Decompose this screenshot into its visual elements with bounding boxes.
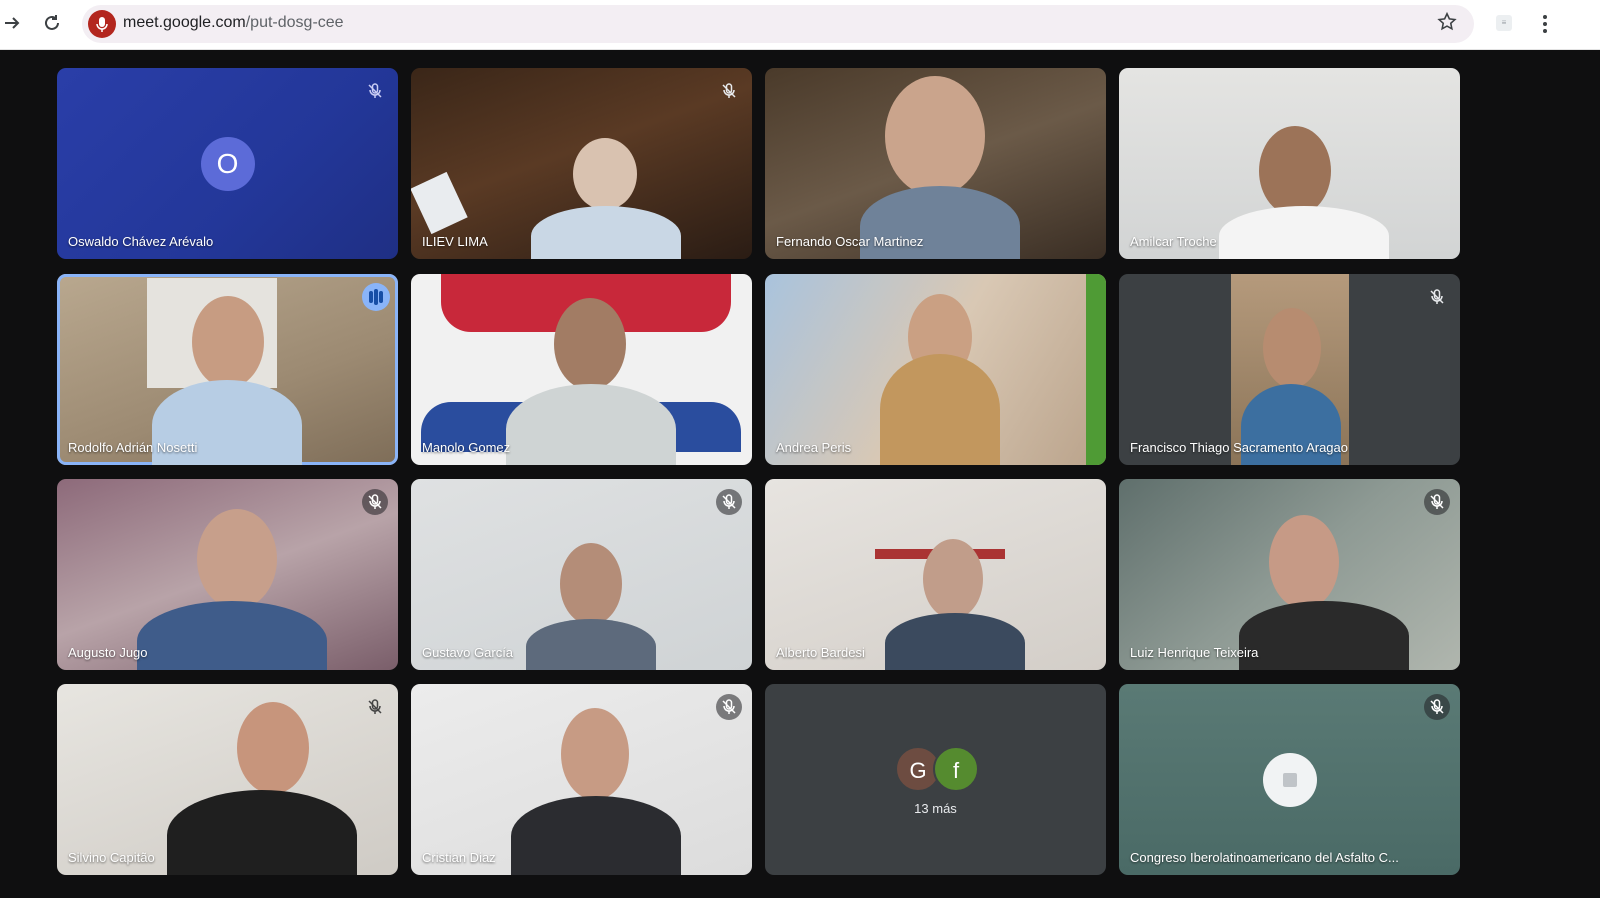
participant-name: Gustavo García	[422, 645, 514, 660]
microphone-icon[interactable]	[88, 10, 116, 38]
participant-name: Andrea Peris	[776, 440, 852, 455]
address-bar[interactable]: meet.google.com/put-dosg-cee	[82, 5, 1474, 43]
star-icon[interactable]	[1436, 11, 1458, 39]
meet-video-grid: O Oswaldo Chávez Arévalo ILIEV LIMA Fern…	[0, 50, 1600, 898]
participant-name: Luiz Henrique Teixeira	[1130, 645, 1259, 660]
participant-video	[870, 294, 1010, 465]
participant-tile[interactable]: Amilcar Troche	[1119, 68, 1460, 259]
more-participants-avatars: G f	[895, 746, 985, 792]
participant-tile[interactable]: Gustavo García	[411, 479, 752, 670]
participant-name: Amilcar Troche	[1130, 234, 1217, 249]
participant-name: Oswaldo Chávez Arévalo	[68, 234, 214, 249]
participant-tile[interactable]: Rodolfo Adrián Nosetti	[57, 274, 398, 465]
participant-name: Manolo Gomez	[422, 440, 511, 455]
browser-toolbar: meet.google.com/put-dosg-cee ≡	[0, 0, 1600, 50]
url-text: meet.google.com/put-dosg-cee	[123, 14, 344, 32]
participant-name: Francisco Thiago Sacramento Aragao	[1130, 440, 1348, 455]
participant-name: Rodolfo Adrián Nosetti	[68, 440, 198, 455]
participant-name: Alberto Bardesi	[776, 645, 865, 660]
mic-off-icon	[716, 78, 742, 104]
participant-tile[interactable]: Augusto Jugo	[57, 479, 398, 670]
participant-name: Silvino Capitão	[68, 850, 155, 865]
participant-video	[526, 543, 656, 670]
participant-tile[interactable]: Silvino Capitão	[57, 684, 398, 875]
mic-off-icon	[716, 694, 742, 720]
participant-video	[885, 539, 1025, 670]
participant-video	[167, 702, 357, 875]
participant-tile[interactable]: Andrea Peris	[765, 274, 1106, 465]
mic-off-icon	[1424, 489, 1450, 515]
arrow-forward-icon[interactable]	[0, 10, 26, 36]
participant-name: Augusto Jugo	[68, 645, 148, 660]
url-path: /put-dosg-cee	[245, 14, 344, 31]
participant-video	[531, 138, 681, 259]
more-participants-label: 13 más	[914, 801, 957, 816]
speaking-indicator-icon	[362, 283, 390, 311]
participant-name: Fernando Oscar Martinez	[776, 234, 924, 249]
participant-video	[1219, 126, 1389, 259]
more-participants-tile[interactable]: G f 13 más	[765, 684, 1106, 875]
participant-tile[interactable]: O Oswaldo Chávez Arévalo	[57, 68, 398, 259]
participant-tile[interactable]: ILIEV LIMA	[411, 68, 752, 259]
mic-off-icon	[1424, 694, 1450, 720]
mic-off-icon	[362, 78, 388, 104]
participant-tile[interactable]: Alberto Bardesi	[765, 479, 1106, 670]
participant-video	[506, 298, 676, 465]
participant-video	[1239, 515, 1409, 670]
participant-video	[137, 509, 327, 670]
mic-off-icon	[362, 694, 388, 720]
url-host: meet.google.com	[123, 14, 246, 31]
participant-video	[860, 76, 1020, 259]
participant-tile[interactable]: Francisco Thiago Sacramento Aragao	[1119, 274, 1460, 465]
avatar	[1262, 752, 1317, 807]
mic-off-icon	[362, 489, 388, 515]
participant-tile[interactable]: Cristian Diaz	[411, 684, 752, 875]
participant-name: Congreso Iberolatinoamericano del Asfalt…	[1130, 850, 1399, 865]
participant-tile[interactable]: Luiz Henrique Teixeira	[1119, 479, 1460, 670]
participant-name: ILIEV LIMA	[422, 234, 488, 249]
avatar: O	[200, 136, 255, 191]
mic-off-icon	[1424, 284, 1450, 310]
participant-tile[interactable]: Manolo Gomez	[411, 274, 752, 465]
avatar: f	[933, 746, 979, 792]
mic-off-icon	[716, 489, 742, 515]
reload-icon[interactable]	[39, 10, 65, 36]
participant-tile[interactable]: Fernando Oscar Martinez	[765, 68, 1106, 259]
participant-name: Cristian Diaz	[422, 850, 496, 865]
participant-video	[511, 708, 681, 875]
more-vert-icon[interactable]	[1535, 10, 1555, 38]
extension-icon[interactable]: ≡	[1496, 15, 1512, 31]
participant-tile[interactable]: Congreso Iberolatinoamericano del Asfalt…	[1119, 684, 1460, 875]
